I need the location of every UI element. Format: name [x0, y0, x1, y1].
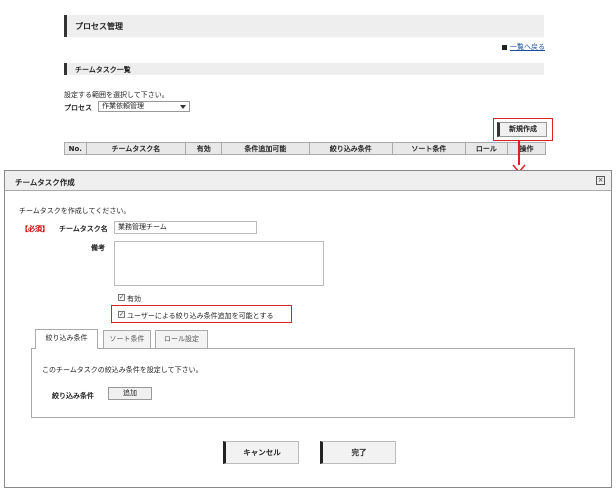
- dialog-titlebar: チームタスク作成 ×: [5, 171, 611, 191]
- tab-filter-conditions[interactable]: 絞り込み条件: [35, 329, 98, 349]
- filter-condition-label: 絞り込み条件: [52, 392, 94, 400]
- team-task-table: No. チームタスク名 有効 条件追加可能 絞り込み条件 ソート条件 ロール 操…: [64, 142, 547, 155]
- page-header: プロセス管理: [64, 15, 544, 37]
- col-header-no: No.: [64, 142, 87, 155]
- chevron-down-icon: [180, 105, 186, 109]
- process-select[interactable]: 作業依頼管理: [98, 101, 190, 112]
- cancel-button[interactable]: キャンセル: [223, 441, 299, 464]
- note-textarea[interactable]: [114, 241, 324, 286]
- col-header-role: ロール: [464, 142, 508, 155]
- process-label: プロセス: [64, 104, 92, 112]
- range-instruction: 設定する範囲を選択して下さい。: [64, 91, 169, 99]
- back-link-label[interactable]: 一覧へ戻る: [510, 43, 545, 51]
- col-header-condition-add: 条件追加可能: [221, 142, 310, 155]
- back-to-list-link[interactable]: 一覧へ戻る: [502, 42, 545, 52]
- done-button[interactable]: 完了: [320, 441, 396, 464]
- enabled-label[interactable]: 有効: [127, 294, 141, 304]
- allow-filter-checkbox[interactable]: ✓: [118, 311, 125, 318]
- table-header-row: No. チームタスク名 有効 条件追加可能 絞り込み条件 ソート条件 ロール 操…: [64, 142, 547, 155]
- create-team-task-dialog: チームタスク作成 × チームタスクを作成してください。 【必須】 チームタスク名…: [4, 170, 612, 488]
- close-icon[interactable]: ×: [596, 176, 605, 185]
- col-header-task-name: チームタスク名: [85, 142, 187, 155]
- note-label: 備考: [91, 244, 105, 252]
- panel-instruction: このチームタスクの絞込み条件を設定して下さい。: [42, 366, 203, 374]
- enabled-checkbox[interactable]: ✓: [118, 294, 125, 301]
- page-title: プロセス管理: [75, 22, 123, 31]
- tab-role-settings[interactable]: ロール設定: [155, 330, 208, 348]
- annotation-connector-line: [518, 141, 520, 165]
- col-header-filter: 絞り込み条件: [308, 142, 393, 155]
- process-select-value: 作業依頼管理: [102, 102, 144, 110]
- square-bullet-icon: [502, 44, 507, 50]
- allow-filter-label[interactable]: ユーザーによる絞り込み条件追加を可能とする: [127, 311, 273, 321]
- tab-panel-filter: このチームタスクの絞込み条件を設定して下さい。 絞り込み条件 追加: [31, 348, 575, 418]
- tab-sort-conditions[interactable]: ソート条件: [103, 330, 151, 348]
- section-header: チームタスク一覧: [64, 63, 544, 75]
- col-header-enabled: 有効: [185, 142, 223, 155]
- dialog-instruction: チームタスクを作成してください。: [19, 207, 131, 215]
- highlight-box-new-button: [493, 118, 553, 141]
- add-filter-button[interactable]: 追加: [108, 387, 152, 400]
- required-tag: 【必須】: [21, 225, 49, 233]
- col-header-sort: ソート条件: [391, 142, 466, 155]
- task-name-input[interactable]: 業務管理チーム: [114, 221, 257, 234]
- col-header-action: 操作: [506, 142, 547, 155]
- task-name-label: チームタスク名: [59, 225, 108, 233]
- section-title: チームタスク一覧: [75, 66, 131, 74]
- dialog-title: チームタスク作成: [15, 178, 75, 187]
